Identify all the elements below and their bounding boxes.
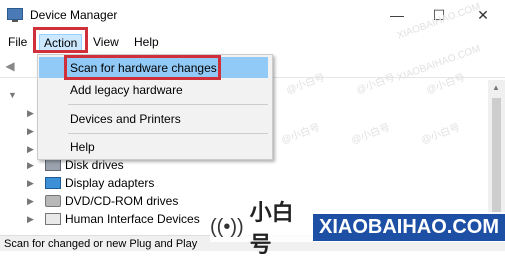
expand-arrow-icon[interactable]: ▶ [27, 174, 37, 192]
window-title: Device Manager [30, 8, 118, 22]
menu-separator [68, 104, 268, 105]
device-manager-icon [7, 8, 23, 22]
menu-item-add-legacy-hardware[interactable]: Add legacy hardware [39, 79, 268, 100]
menu-view[interactable]: View [89, 34, 123, 50]
menu-help[interactable]: Help [130, 34, 163, 50]
tree-item-label: Disk drives [65, 158, 124, 172]
tree-item-label: DVD/CD-ROM drives [65, 194, 179, 208]
action-menu-highlight [33, 27, 88, 53]
brand-name-en: XIAOBAIHAO.COM [313, 213, 505, 241]
brand-name-cn: 小白号 [249, 201, 294, 258]
dvd-drive-icon [45, 195, 61, 207]
expand-arrow-icon[interactable]: ▶ [27, 192, 37, 210]
scan-item-highlight [64, 55, 221, 80]
scroll-thumb[interactable] [492, 98, 501, 218]
broadcast-icon: ((•)) [210, 215, 244, 238]
brand-watermark: ((•)) 小白号 XIAOBAIHAO.COM [210, 201, 505, 258]
menu-file[interactable]: File [4, 34, 31, 50]
tree-item-display-adapters[interactable]: Display adapters [45, 174, 154, 192]
minimize-button[interactable]: — [382, 4, 412, 26]
menu-separator [68, 133, 268, 134]
menu-item-devices-and-printers[interactable]: Devices and Printers [39, 108, 268, 129]
expand-arrow-icon[interactable]: ▶ [27, 104, 37, 122]
tree-item-label: Human Interface Devices [65, 212, 200, 226]
expand-arrow-icon[interactable]: ▶ [27, 156, 37, 174]
tree-item-human-interface-devices[interactable]: Human Interface Devices [45, 210, 200, 228]
scroll-up-icon[interactable]: ▲ [492, 83, 500, 92]
expand-arrow-icon[interactable]: ▶ [27, 122, 37, 140]
display-adapter-icon [45, 177, 61, 189]
back-arrow-icon[interactable]: ◀ [3, 59, 17, 73]
menu-item-help[interactable]: Help [39, 136, 268, 157]
tree-item-label: Display adapters [65, 176, 155, 190]
hid-icon [45, 213, 61, 225]
expand-arrow-icon[interactable]: ▶ [27, 210, 37, 228]
tree-item-dvd-drives[interactable]: DVD/CD-ROM drives [45, 192, 178, 210]
expand-root-icon[interactable]: ▼ [8, 86, 18, 104]
disk-drive-icon [45, 159, 61, 171]
